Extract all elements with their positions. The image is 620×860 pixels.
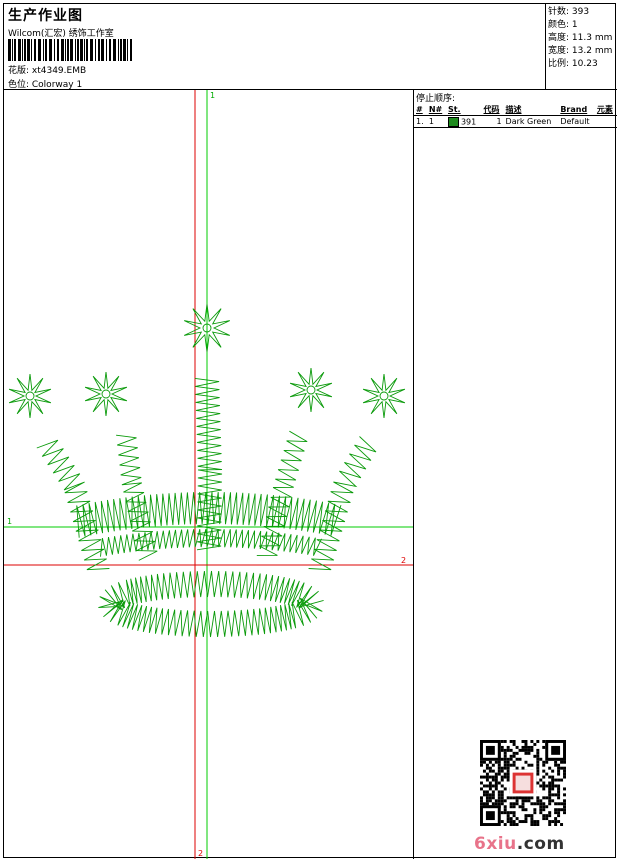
embroidery-design: 1 1 2 2	[4, 90, 413, 859]
design-stats: 针数: 393 颜色: 1 高度: 11.3 mm 宽度: 13.2 mm 比例…	[545, 4, 617, 90]
crown-right-outer-spike	[308, 436, 377, 571]
axis-label-h-red: 2	[401, 556, 406, 565]
row-brand: Default	[558, 115, 595, 128]
crown-center-spike	[194, 377, 223, 551]
star-right-inner	[289, 367, 333, 413]
axis-label-v-green: 1	[210, 91, 215, 100]
stat-width: 宽度: 13.2 mm	[548, 46, 613, 56]
stop-sequence-table: # N# St. 代码 描述 Brand 元素 1. 1 391 1 Dark …	[414, 103, 617, 128]
star-right-outer	[362, 373, 406, 419]
worksheet-frame: 生产作业图 Wilcom(汇宏) 绣饰工作室 花版: xt4349.EMB 色位…	[3, 3, 617, 859]
crown-band-lower	[100, 528, 322, 557]
col-description: 描述	[505, 104, 522, 114]
crown-left-outer-spike	[36, 439, 110, 571]
col-brand: Brand	[560, 104, 588, 114]
stop-sequence-panel: 停止顺序: # N# St. 代码 描述 Brand 元素 1. 1 391 1…	[414, 90, 617, 859]
company-name: Wilcom(汇宏) 绣饰工作室	[8, 29, 114, 39]
row-number: 1.	[414, 115, 427, 128]
design-filename: 花版: xt4349.EMB	[8, 66, 87, 76]
page-title: 生产作业图	[8, 8, 83, 24]
row-code: 1	[481, 115, 504, 128]
stat-stitches: 针数: 393	[548, 7, 590, 17]
star-left-outer	[8, 373, 52, 419]
table-row: 1. 1 391 1 Dark Green Default	[414, 115, 617, 128]
row-description: Dark Green	[503, 115, 559, 128]
col-number: #	[416, 104, 423, 114]
watermark-logo: 6xiu.com	[474, 834, 565, 854]
col-needle: N#	[428, 104, 443, 114]
colorway-label: 色位: Colorway 1	[8, 80, 83, 90]
axis-label-v-red: 2	[198, 849, 203, 858]
col-code: 代码	[483, 104, 500, 114]
row-elements	[594, 115, 617, 128]
row-stitches: 391	[445, 115, 482, 128]
qr-code	[480, 740, 566, 826]
color-swatch	[447, 116, 459, 127]
crown-base-ring	[98, 570, 324, 638]
worksheet-header: 生产作业图 Wilcom(汇宏) 绣饰工作室 花版: xt4349.EMB 色位…	[4, 4, 617, 90]
barcode	[8, 39, 132, 61]
star-right-inner-center	[306, 385, 316, 395]
design-canvas: 1 1 2 2	[4, 90, 414, 859]
stat-scale: 比例: 10.23	[548, 59, 598, 69]
table-header-row: # N# St. 代码 描述 Brand 元素	[414, 103, 617, 116]
star-right-outer-center	[379, 391, 389, 401]
stat-height: 高度: 11.3 mm	[548, 33, 613, 43]
col-stitches: St.	[447, 104, 461, 114]
stop-sequence-title: 停止顺序:	[416, 94, 456, 104]
crown-band	[76, 491, 342, 538]
star-left-inner	[84, 371, 128, 417]
axis-label-h-green: 1	[7, 517, 12, 526]
row-needle: 1	[426, 115, 446, 128]
stat-colors: 颜色: 1	[548, 20, 578, 30]
col-elements: 元素	[596, 104, 613, 114]
star-left-inner-center	[101, 389, 111, 399]
star-left-outer-center	[25, 391, 35, 401]
